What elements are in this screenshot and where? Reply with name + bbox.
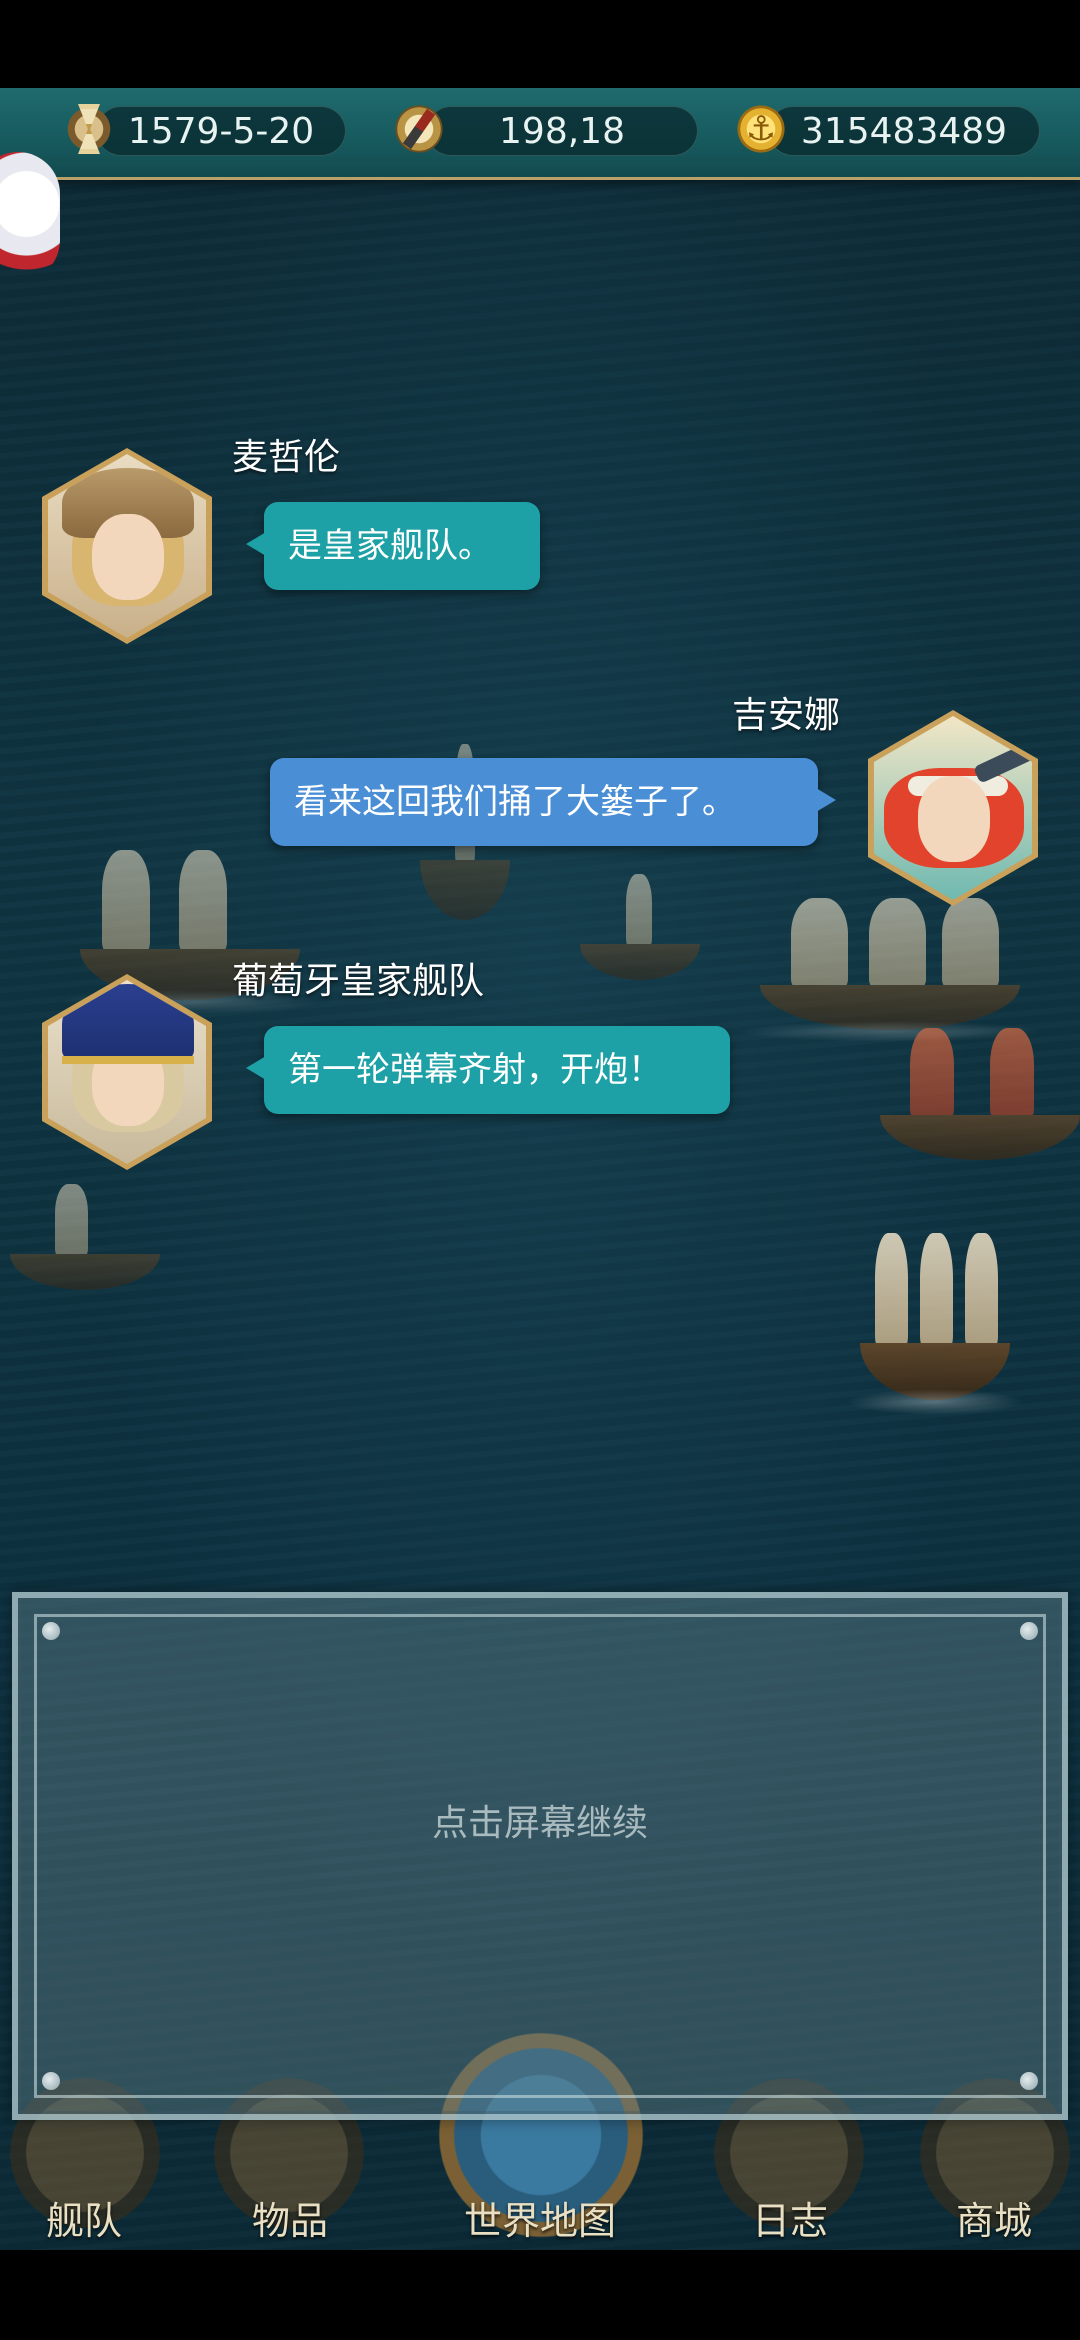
speaker-name: 吉安娜 [732, 695, 841, 736]
ship-sprite [880, 1010, 1080, 1160]
rivet-icon [42, 1622, 60, 1640]
gold-value: 315483489 [800, 111, 1008, 152]
tap-to-continue-hint: 点击屏幕继续 [431, 1803, 648, 1844]
rivet-icon [1020, 2072, 1038, 2090]
speaker-name: 葡萄牙皇家舰队 [232, 961, 485, 1002]
hourglass-icon [56, 96, 122, 162]
nav-label-world-map[interactable]: 世界地图 [440, 2190, 640, 2245]
nav-label-fleet[interactable]: 舰队 [0, 2190, 184, 2245]
dialogue-bubble: 是皇家舰队。 [246, 502, 540, 590]
speaker-name: 麦哲伦 [232, 437, 341, 478]
ship-sprite [734, 880, 1046, 1042]
dialogue-bubble: 看来这回我们捅了大篓子了。 [270, 758, 836, 846]
date-value: 1579-5-20 [127, 111, 315, 152]
compass-icon [386, 96, 452, 162]
gold-coin-icon [728, 96, 794, 162]
top-black-bar [0, 0, 1080, 88]
dialogue-continue-panel[interactable]: 点击屏幕继续 [12, 1592, 1068, 2120]
nav-label-shop[interactable]: 商城 [894, 2190, 1080, 2245]
nav-label-log[interactable]: 日志 [690, 2190, 890, 2245]
rivet-icon [42, 2072, 60, 2090]
nav-label-items[interactable]: 物品 [190, 2190, 390, 2245]
coordinates-value: 198,18 [499, 111, 625, 152]
dialogue-bubble: 第一轮弹幕齐射，开炮！ [246, 1026, 730, 1114]
mascot-event-icon[interactable] [0, 152, 60, 282]
rivet-icon [1020, 1622, 1038, 1640]
resource-status-bar: 1579-5-20 198,18 315483489 [0, 88, 1080, 180]
bottom-black-bar [0, 2250, 1080, 2340]
ship-sprite [10, 1170, 160, 1290]
ship-sprite [580, 860, 700, 980]
coordinates-display: 198,18 [426, 106, 698, 156]
gold-display: 315483489 [768, 106, 1040, 156]
ship-sprite [845, 1210, 1025, 1416]
date-display: 1579-5-20 [96, 106, 346, 156]
panel-frame [34, 1614, 1046, 2098]
